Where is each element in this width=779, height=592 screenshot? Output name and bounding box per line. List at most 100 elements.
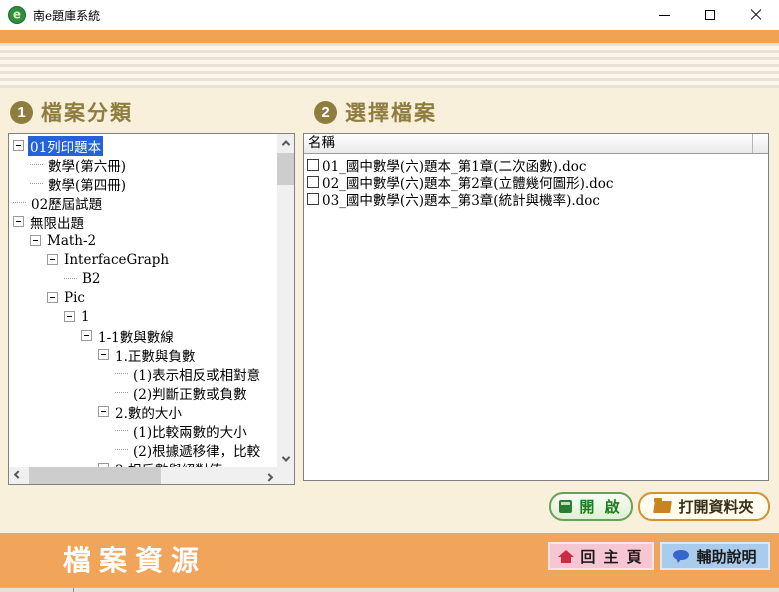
open-folder-button[interactable]: 打開資料夾 (638, 492, 770, 521)
tree-row[interactable]: 01列印題本 (9, 136, 277, 155)
section-title-selection: 選擇檔案 (345, 97, 437, 127)
tree-row[interactable]: 無限出題 (9, 212, 277, 231)
help-button-label: 輔助說明 (696, 546, 756, 567)
chevron-up-icon (281, 140, 289, 148)
tree-item-label[interactable]: Pic (62, 290, 87, 306)
tree-row[interactable]: 1 (9, 307, 277, 326)
file-row[interactable]: 01_國中數學(六)題本_第1章(二次函數).doc (304, 156, 768, 173)
open-button[interactable]: 開 啟 (549, 492, 633, 521)
tree-expander-icon[interactable] (81, 330, 92, 341)
tree-item-label[interactable]: 01列印題本 (28, 136, 103, 156)
tree-connector (115, 449, 128, 450)
striped-banner (0, 43, 779, 88)
tree-row[interactable]: (1)表示相反或相對意 (9, 364, 277, 383)
tree-item-label[interactable]: 02歷屆試題 (29, 193, 104, 213)
tree-vertical-scrollbar[interactable] (277, 134, 294, 467)
tree-connector (30, 183, 43, 184)
tree-item-label[interactable]: 2.數的大小 (113, 402, 184, 422)
maximize-button[interactable] (687, 0, 733, 30)
title-bar: 南e題庫系統 (0, 0, 779, 30)
vertical-scroll-thumb[interactable] (277, 153, 294, 185)
tree-row[interactable]: 1.正數與負數 (9, 345, 277, 364)
home-button[interactable]: 回 主 頁 (548, 542, 654, 570)
house-icon (558, 550, 573, 563)
chevron-left-icon (13, 470, 21, 478)
tree-row[interactable]: 數學(第六冊) (9, 155, 277, 174)
tree-row[interactable]: 1-1數與數線 (9, 326, 277, 345)
tree-expander-icon[interactable] (47, 292, 58, 303)
scroll-left-button[interactable] (9, 467, 26, 484)
tree-item-label[interactable]: B2 (80, 271, 103, 287)
minimize-button[interactable] (641, 0, 687, 30)
scrollbar-corner (277, 467, 294, 484)
tree-indent (9, 335, 81, 336)
file-rows: 01_國中數學(六)題本_第1章(二次函數).doc 02_國中數學(六)題本_… (304, 155, 768, 480)
tree-row[interactable]: 2.數的大小 (9, 402, 277, 421)
category-tree-panel: 01列印題本 數學(第六冊) 數學(第四冊) 02歷屆試題 無限出題 Math-… (8, 133, 295, 485)
speech-bubble-icon (673, 549, 689, 563)
tree-item-label[interactable]: 1.正數與負數 (113, 345, 197, 365)
tree-row[interactable]: 數學(第四冊) (9, 174, 277, 193)
tree-row[interactable]: Math-2 (9, 231, 277, 250)
tree-item-label[interactable]: Math-2 (45, 233, 98, 249)
step1-badge: 1 (10, 101, 33, 124)
horizontal-scroll-thumb[interactable] (29, 467, 161, 484)
tree-item-label[interactable]: 數學(第六冊) (46, 155, 128, 175)
tree-horizontal-scrollbar[interactable] (9, 467, 277, 484)
tree-indent (9, 354, 98, 355)
tree-item-label[interactable]: (1)比較兩數的大小 (131, 421, 249, 441)
file-checkbox[interactable] (307, 193, 319, 205)
tree-item-label[interactable]: InterfaceGraph (62, 252, 171, 268)
tree-row[interactable]: 02歷屆試題 (9, 193, 277, 212)
tree-item-label[interactable]: 數學(第四冊) (46, 174, 128, 194)
tree-row[interactable]: Pic (9, 288, 277, 307)
tree-item-label[interactable]: (2)根據遞移律，比較 (131, 440, 262, 460)
tree-item-label[interactable]: (2)判斷正數或負數 (131, 383, 249, 403)
scroll-down-button[interactable] (277, 450, 294, 467)
tree-expander-icon[interactable] (47, 254, 58, 265)
column-header-name[interactable]: 名稱 (304, 134, 753, 154)
tree-item-label[interactable]: 3.相反數與絕對值 (113, 459, 224, 468)
tree-indent (9, 430, 115, 431)
file-row[interactable]: 03_國中數學(六)題本_第3章(統計與機率).doc (304, 190, 768, 207)
file-checkbox[interactable] (307, 176, 319, 188)
tree-row[interactable]: (2)判斷正數或負數 (9, 383, 277, 402)
window-controls (641, 0, 779, 30)
tree-item-label[interactable]: 1 (79, 309, 92, 325)
tree-viewport: 01列印題本 數學(第六冊) 數學(第四冊) 02歷屆試題 無限出題 Math-… (9, 134, 277, 467)
tree-item-label[interactable]: 1-1數與數線 (96, 326, 176, 346)
file-list-panel: 名稱 01_國中數學(六)題本_第1章(二次函數).doc 02_國中數學(六)… (303, 133, 769, 481)
file-checkbox[interactable] (307, 159, 319, 171)
maximize-icon (705, 10, 715, 20)
tree-row[interactable]: B2 (9, 269, 277, 288)
file-row[interactable]: 02_國中數學(六)題本_第2章(立體幾何圖形).doc (304, 173, 768, 190)
tree-connector (115, 430, 128, 431)
section-header-classification: 1 檔案分類 (10, 97, 133, 127)
taskbar-edge (0, 587, 779, 592)
column-header-extra[interactable] (753, 134, 768, 154)
scroll-up-button[interactable] (277, 134, 294, 151)
file-list-header: 名稱 (304, 134, 768, 154)
tree-expander-icon[interactable] (98, 406, 109, 417)
tree-expander-icon[interactable] (64, 311, 75, 322)
tree-indent (9, 392, 115, 393)
tree-row[interactable]: InterfaceGraph (9, 250, 277, 269)
tree-expander-icon[interactable] (98, 349, 109, 360)
chevron-right-icon (264, 473, 272, 481)
section-header-selection: 2 選擇檔案 (314, 97, 437, 127)
tree-connector (115, 373, 128, 374)
scroll-right-button[interactable] (260, 467, 277, 484)
tree-row[interactable]: (1)比較兩數的大小 (9, 421, 277, 440)
tree-expander-icon[interactable] (13, 216, 24, 227)
help-button[interactable]: 輔助說明 (660, 542, 770, 570)
tree-item-label[interactable]: 無限出題 (28, 212, 86, 232)
tree-indent (9, 373, 115, 374)
close-button[interactable] (733, 0, 779, 30)
tree-expander-icon[interactable] (13, 140, 24, 151)
tree-row[interactable]: 3.相反數與絕對值 (9, 459, 277, 467)
tree-row[interactable]: (2)根據遞移律，比較 (9, 440, 277, 459)
tree-item-label[interactable]: (1)表示相反或相對意 (131, 364, 262, 384)
tree-expander-icon[interactable] (30, 235, 41, 246)
file-name-label: 03_國中數學(六)題本_第3章(統計與機率).doc (322, 189, 600, 209)
tree-indent (9, 411, 98, 412)
